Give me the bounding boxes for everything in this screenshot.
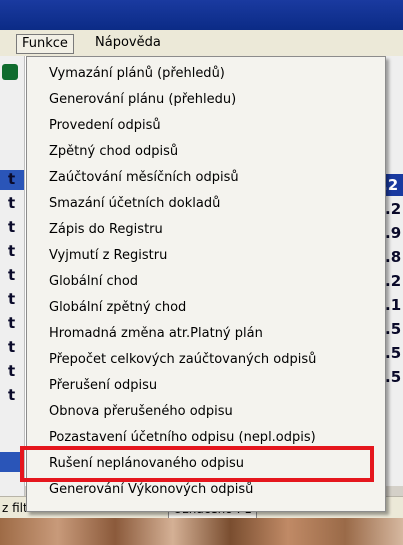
- grid-cell: t: [8, 290, 16, 308]
- menu-item-vyjmuti-registru[interactable]: Vyjmutí z Registru: [49, 245, 167, 267]
- menu-item-globalni-chod[interactable]: Globální chod: [49, 271, 138, 293]
- grid-cell: .2: [385, 200, 402, 218]
- menu-item-smazani-dokladu[interactable]: Smazání účetních dokladů: [49, 193, 220, 215]
- grid-cell: t: [8, 386, 16, 404]
- menu-item-preruseni-odpisu[interactable]: Přerušení odpisu: [49, 375, 157, 397]
- grid-cell: t: [8, 314, 16, 332]
- menu-item-zauctovani-odpisu[interactable]: Zaúčtování měsíčních odpisů: [49, 167, 239, 189]
- menu-item-hromadna-zmena[interactable]: Hromadná změna atr.Platný plán: [49, 323, 263, 345]
- grid-cell: t: [8, 338, 16, 356]
- grid-cell: t: [8, 266, 16, 284]
- menubar: Funkce Nápověda: [0, 30, 403, 57]
- grid-cell: .1: [385, 296, 402, 314]
- window-titlebar: [0, 0, 403, 30]
- grid-cell: t: [8, 218, 16, 236]
- grid-cell: .5: [385, 344, 402, 362]
- grid-cell: .5: [385, 320, 402, 338]
- menu-item-generovani-vykonovych[interactable]: Generování Výkonových odpisů: [49, 479, 253, 501]
- menu-item-generovani-planu[interactable]: Generování plánu (přehledu): [49, 89, 236, 111]
- menu-item-zpetny-chod-odpisu[interactable]: Zpětný chod odpisů: [49, 141, 178, 163]
- grid-cell: .8: [385, 248, 402, 266]
- app-icon: [2, 64, 18, 80]
- grid-cell: t: [8, 170, 16, 188]
- grid-cell: .5: [385, 368, 402, 386]
- funkce-dropdown-menu: Vymazání plánů (přehledů) Generování plá…: [26, 56, 386, 512]
- menu-item-zapis-registru[interactable]: Zápis do Registru: [49, 219, 163, 241]
- menu-item-globalni-zpetny-chod[interactable]: Globální zpětný chod: [49, 297, 186, 319]
- menu-napoveda[interactable]: Nápověda: [90, 34, 166, 52]
- menu-item-obnova-odpisu[interactable]: Obnova přerušeného odpisu: [49, 401, 233, 423]
- red-highlight-box: [20, 446, 374, 482]
- menu-item-vymazani-planu[interactable]: Vymazání plánů (přehledů): [49, 63, 225, 85]
- menu-funkce[interactable]: Funkce: [16, 34, 74, 54]
- menu-item-provedeni-odpisu[interactable]: Provedení odpisů: [49, 115, 161, 137]
- grid-cell: .2: [385, 272, 402, 290]
- grid-cell: t: [8, 194, 16, 212]
- menu-item-prepocet-odpisu[interactable]: Přepočet celkových zaúčtovaných odpisů: [49, 349, 316, 371]
- grid-cell: t: [8, 362, 16, 380]
- image-thumbnail-strip: [0, 518, 403, 545]
- grid-cell: .9: [385, 224, 402, 242]
- grid-cell: t: [8, 242, 16, 260]
